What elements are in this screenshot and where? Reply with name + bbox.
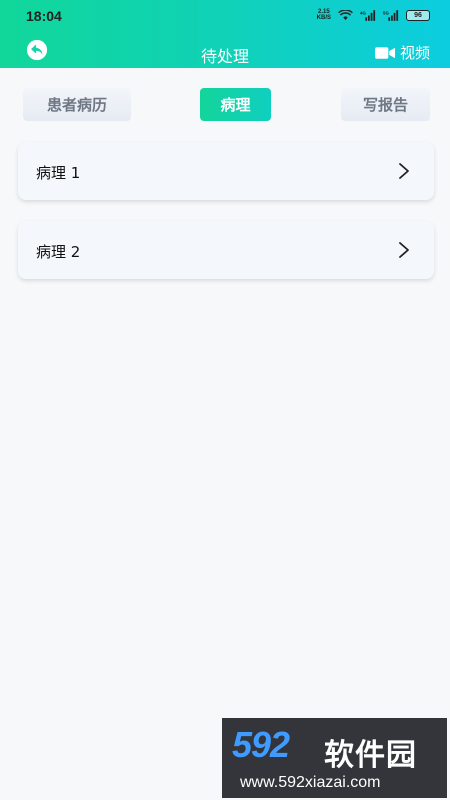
chevron-right-icon xyxy=(399,242,409,258)
battery-icon: 96 xyxy=(406,9,430,21)
list-item-label: 病理 1 xyxy=(36,164,81,182)
tab-pathology[interactable]: 病理 xyxy=(200,88,271,121)
network-speed: 2.15 KB/S xyxy=(316,9,331,21)
signal-icon: 5G xyxy=(383,9,399,21)
app-header: 18:04 2.15 KB/S 4G 5G 96 待处理 视频 xyxy=(0,0,450,68)
battery-level: 96 xyxy=(414,11,422,19)
watermark-number: 592 xyxy=(232,724,290,765)
signal-2-network: 5G xyxy=(383,10,389,15)
signal-icon: 4G xyxy=(360,9,376,21)
system-icons: 2.15 KB/S 4G 5G 96 xyxy=(317,9,430,21)
list-item[interactable]: 病理 2 xyxy=(18,221,434,279)
status-time: 18:04 xyxy=(26,8,62,24)
list-item-label: 病理 2 xyxy=(36,243,81,261)
watermark-brand: 软件园 xyxy=(324,738,417,773)
list-item[interactable]: 病理 1 xyxy=(18,142,434,200)
video-camera-icon xyxy=(374,46,396,59)
watermark-url: www.592xiazai.com xyxy=(240,774,381,791)
wifi-icon xyxy=(338,9,353,20)
tab-write-report[interactable]: 写报告 xyxy=(341,88,430,121)
status-bar: 18:04 2.15 KB/S 4G 5G 96 xyxy=(0,0,450,32)
tab-bar: 患者病历 病理 写报告 xyxy=(0,88,450,122)
tab-patient-records[interactable]: 患者病历 xyxy=(23,88,131,121)
chevron-right-icon xyxy=(399,163,409,179)
video-label: 视频 xyxy=(399,44,430,62)
signal-1-network: 4G xyxy=(360,10,366,15)
video-button[interactable]: 视频 xyxy=(374,42,430,63)
nav-bar: 待处理 视频 xyxy=(0,34,450,68)
watermark: 592 软件园 www.592xiazai.com xyxy=(222,718,447,798)
